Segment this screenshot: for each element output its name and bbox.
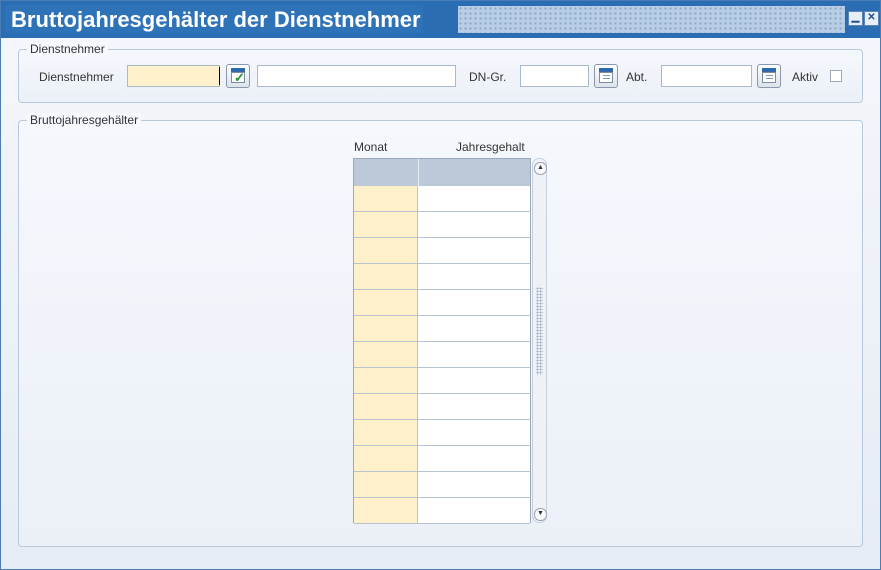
table-row[interactable] — [354, 342, 530, 368]
monat-cell[interactable] — [354, 264, 418, 290]
grid-header-row — [354, 159, 530, 187]
dienstnehmer-name-input[interactable] — [257, 65, 456, 87]
close-icon[interactable]: ✕ — [864, 11, 879, 26]
dienstnehmer-code-input[interactable] — [127, 65, 220, 87]
table-row[interactable] — [354, 420, 530, 446]
abt-input[interactable] — [661, 65, 752, 87]
table-row[interactable] — [354, 472, 530, 498]
column-header-jahresgehalt[interactable]: Jahresgehalt — [456, 140, 525, 154]
monat-cell[interactable] — [354, 290, 418, 316]
title-bar[interactable]: Bruttojahresgehälter der Dienstnehmer ▁ … — [1, 1, 880, 38]
monat-cell[interactable] — [354, 446, 418, 472]
scroll-thumb-grip[interactable] — [536, 287, 543, 375]
dngr-label: DN-Gr. — [469, 70, 507, 84]
jahresgehalt-cell[interactable] — [418, 212, 530, 238]
table-row[interactable] — [354, 212, 530, 238]
table-row[interactable] — [354, 368, 530, 394]
dienstnehmer-label: Dienstnehmer — [39, 70, 114, 84]
jahresgehalt-cell[interactable] — [418, 186, 530, 212]
text-cursor — [219, 67, 220, 85]
table-row[interactable] — [354, 446, 530, 472]
dienstnehmer-lookup-button[interactable]: ✓ — [226, 64, 250, 88]
scroll-up-icon[interactable]: ▲ — [534, 162, 547, 175]
jahresgehalt-cell[interactable] — [418, 472, 530, 498]
window-title: Bruttojahresgehälter der Dienstnehmer — [5, 5, 423, 33]
jahresgehalt-cell[interactable] — [418, 316, 530, 342]
table-row[interactable] — [354, 238, 530, 264]
gehaelter-group-legend: Bruttojahresgehälter — [27, 113, 142, 127]
monat-cell[interactable] — [354, 498, 418, 524]
table-row[interactable] — [354, 316, 530, 342]
monat-cell[interactable] — [354, 394, 418, 420]
gehaelter-grid — [353, 158, 531, 524]
monat-cell[interactable] — [354, 472, 418, 498]
monat-cell[interactable] — [354, 368, 418, 394]
monat-cell[interactable] — [354, 238, 418, 264]
monat-cell[interactable] — [354, 316, 418, 342]
jahresgehalt-cell[interactable] — [418, 342, 530, 368]
jahresgehalt-cell[interactable] — [418, 290, 530, 316]
monat-cell[interactable] — [354, 186, 418, 212]
monat-cell[interactable] — [354, 420, 418, 446]
scroll-down-icon[interactable]: ▼ — [534, 508, 547, 521]
dngr-input[interactable] — [520, 65, 589, 87]
minimize-icon[interactable]: ▁ — [848, 11, 863, 26]
monat-cell[interactable] — [354, 212, 418, 238]
grid-scrollbar[interactable]: ▲ ▼ — [532, 158, 547, 523]
jahresgehalt-cell[interactable] — [418, 446, 530, 472]
salary-window: Bruttojahresgehälter der Dienstnehmer ▁ … — [0, 0, 881, 570]
jahresgehalt-cell[interactable] — [418, 498, 530, 524]
abt-label: Abt. — [626, 70, 648, 84]
table-row[interactable] — [354, 290, 530, 316]
jahresgehalt-cell[interactable] — [418, 394, 530, 420]
aktiv-label: Aktiv — [792, 70, 819, 84]
table-row[interactable] — [354, 186, 530, 212]
table-row[interactable] — [354, 394, 530, 420]
dienstnehmer-group-legend: Dienstnehmer — [27, 42, 108, 56]
table-row[interactable] — [354, 264, 530, 290]
monat-cell[interactable] — [354, 342, 418, 368]
aktiv-checkbox[interactable] — [830, 70, 842, 82]
jahresgehalt-cell[interactable] — [418, 368, 530, 394]
jahresgehalt-cell[interactable] — [418, 238, 530, 264]
jahresgehalt-cell[interactable] — [418, 420, 530, 446]
table-row[interactable] — [354, 498, 530, 524]
dngr-lookup-button[interactable] — [594, 64, 618, 88]
abt-lookup-button[interactable] — [757, 64, 781, 88]
jahresgehalt-cell[interactable] — [418, 264, 530, 290]
title-bar-pattern — [458, 6, 845, 33]
column-header-monat[interactable]: Monat — [354, 140, 387, 154]
